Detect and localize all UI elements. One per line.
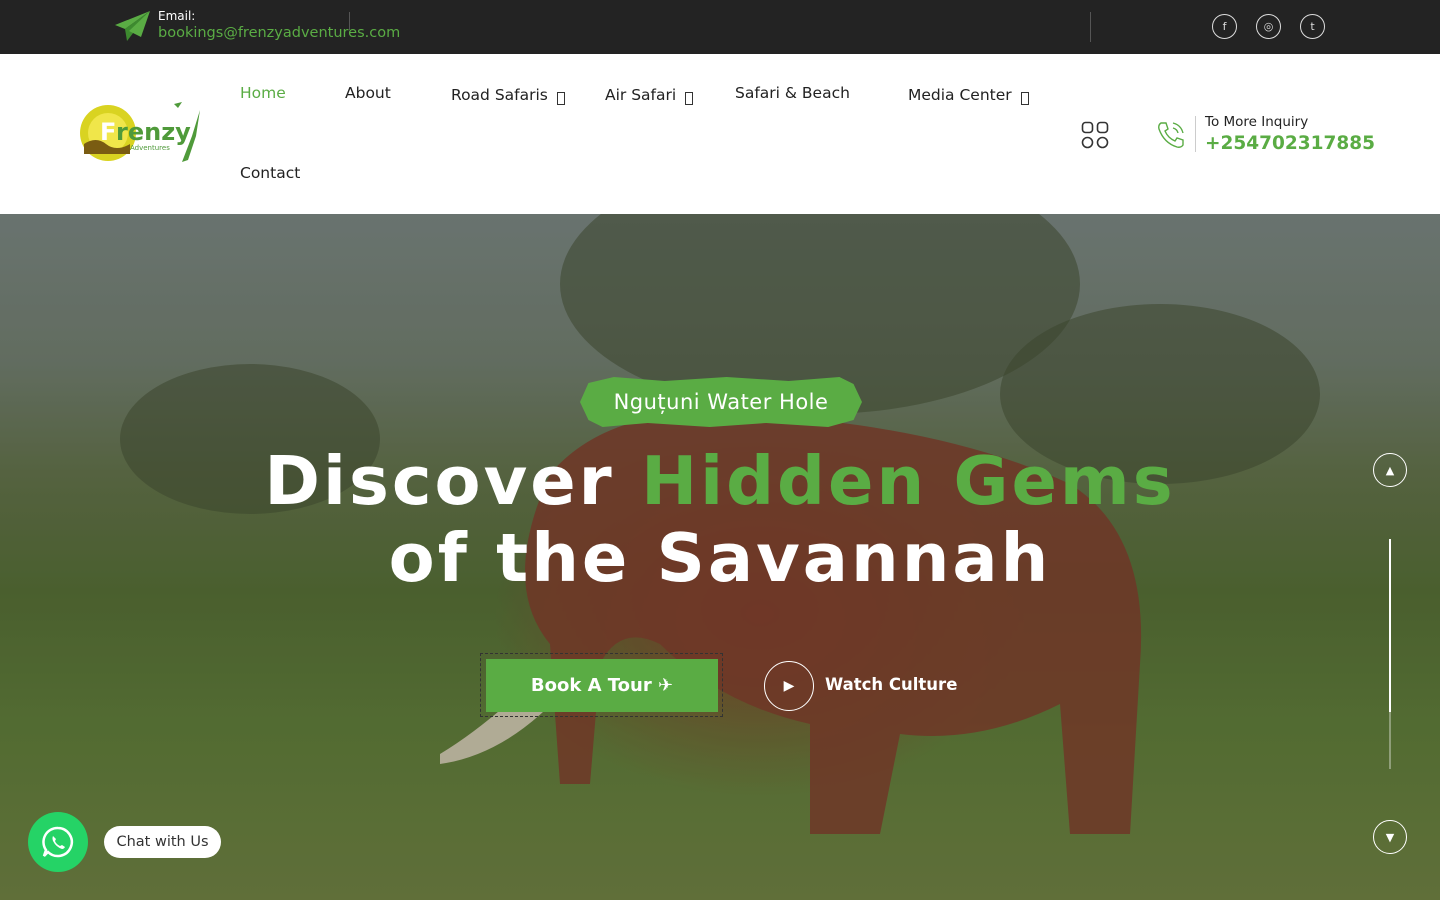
svg-text:Adventures: Adventures	[130, 144, 170, 152]
email-label: Email:	[158, 9, 196, 23]
nav-road-safaris[interactable]: Road Safaris	[451, 84, 565, 105]
hero-headline-line1: Discover Hidden Gems	[264, 442, 1176, 520]
main-header: F renzy Adventures Home About Road Safar…	[0, 54, 1440, 214]
svg-text:F: F	[100, 118, 116, 146]
svg-text:renzy: renzy	[116, 118, 191, 146]
divider	[349, 12, 350, 30]
nav-air-safari[interactable]: Air Safari	[605, 84, 694, 105]
paper-plane-icon	[115, 11, 150, 41]
divider	[1090, 12, 1091, 42]
whatsapp-icon	[42, 826, 74, 858]
nav-contact[interactable]: Contact	[240, 164, 300, 182]
slider-next-icon[interactable]: ▼	[1373, 820, 1407, 854]
location-tag: Nguțuni Water Hole	[580, 377, 862, 427]
instagram-icon[interactable]: ◎	[1256, 14, 1281, 39]
top-bar: Email: bookings@frenzyadventures.com f ◎…	[0, 0, 1440, 54]
play-icon[interactable]: ▶	[764, 661, 814, 711]
slider-progress	[1389, 539, 1391, 769]
email-link[interactable]: bookings@frenzyadventures.com	[158, 25, 400, 41]
hero-slider: Nguțuni Water Hole Discover Hidden Gems …	[0, 214, 1440, 900]
inquiry-label: To More Inquiry	[1205, 114, 1309, 130]
facebook-icon[interactable]: f	[1212, 14, 1237, 39]
chat-with-us-label[interactable]: Chat with Us	[104, 826, 221, 858]
nav-home[interactable]: Home	[240, 84, 286, 102]
divider	[1195, 116, 1196, 152]
nav-media-center[interactable]: Media Center	[908, 84, 1029, 105]
grid-menu-icon[interactable]	[1081, 121, 1109, 149]
slider-prev-icon[interactable]: ▲	[1373, 453, 1407, 487]
chevron-down-icon	[556, 92, 565, 105]
watch-culture-link[interactable]: Watch Culture	[825, 675, 957, 694]
headline-accent: Hidden Gems	[641, 442, 1176, 520]
inquiry-phone-link[interactable]: +254702317885	[1205, 133, 1375, 154]
nav-about[interactable]: About	[345, 84, 391, 102]
frenzy-adventures-logo[interactable]: F renzy Adventures	[78, 100, 206, 172]
nav-safari-beach[interactable]: Safari & Beach	[735, 84, 850, 102]
book-tour-button[interactable]: Book A Tour ✈	[486, 659, 718, 712]
twitter-icon[interactable]: t	[1300, 14, 1325, 39]
whatsapp-button[interactable]	[28, 812, 88, 872]
chevron-down-icon	[685, 92, 694, 105]
hero-headline-line2: of the Savannah	[388, 519, 1052, 597]
chevron-down-icon	[1020, 92, 1029, 105]
phone-call-icon	[1158, 122, 1184, 148]
slider-progress-fill	[1389, 539, 1391, 712]
